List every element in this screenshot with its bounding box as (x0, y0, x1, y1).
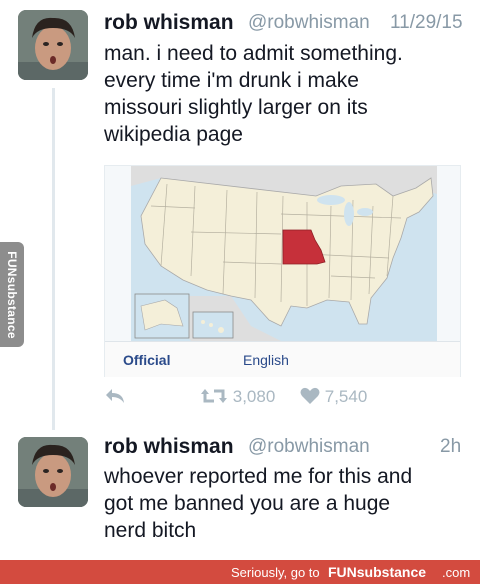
tweet-date[interactable]: 2h (440, 436, 461, 458)
footer-prefix: Seriously, go to (231, 565, 320, 580)
map-tab-official[interactable]: Official (123, 352, 170, 368)
reply-icon (106, 389, 124, 403)
side-tab-label: FUNsubstance (5, 250, 19, 339)
footer-brand[interactable]: FUNsubstance (328, 564, 426, 580)
avatar-image (18, 10, 88, 80)
avatar-image (18, 437, 88, 507)
avatar[interactable] (18, 437, 88, 507)
like-button[interactable]: 7,540 (300, 387, 367, 407)
retweet-icon (201, 389, 227, 403)
tweet-author-name[interactable]: rob whisman (104, 11, 234, 35)
tweet-text-line: got me banned you are a huge (104, 492, 391, 515)
footer-suffix: .com (442, 565, 471, 580)
tweet-date[interactable]: 11/29/15 (390, 12, 463, 34)
tweet-author-handle[interactable]: @robwhisman (248, 12, 370, 34)
us-map (131, 166, 437, 341)
funsubstance-side-tab[interactable]: FUNsubstance (0, 242, 24, 347)
retweet-button[interactable]: 3,080 (200, 387, 275, 407)
retweet-count: 3,080 (232, 387, 276, 406)
tweet-text-line: man. i need to admit something. (104, 42, 403, 65)
watermark-footer: Seriously, go to FUNsubstance .com (0, 560, 480, 584)
tweet-author-name[interactable]: rob whisman (104, 435, 234, 459)
map-tab-english[interactable]: English (243, 352, 289, 368)
map-tab-bar: Official English (105, 341, 460, 377)
heart-icon (300, 387, 320, 404)
tweet-author-handle[interactable]: @robwhisman (248, 436, 370, 458)
avatar[interactable] (18, 10, 88, 80)
reply-button[interactable] (104, 387, 126, 410)
tweet-text-line: whoever reported me for this and (104, 465, 413, 488)
tweet-text-line: missouri slightly larger on its (104, 96, 368, 119)
tweet-text-line: wikipedia page (104, 123, 243, 146)
tweet-text-line: every time i'm drunk i make (104, 69, 359, 92)
like-count: 7,540 (324, 387, 368, 406)
tweet-text-line: nerd bitch (104, 519, 197, 542)
tweet-text: man. i need to admit something. every ti… (104, 40, 403, 148)
thread-line (52, 88, 55, 430)
us-map-svg (131, 166, 437, 341)
tweet-text: whoever reported me for this and got me … (104, 463, 412, 544)
tweet-image-card[interactable]: Official English (104, 165, 461, 377)
